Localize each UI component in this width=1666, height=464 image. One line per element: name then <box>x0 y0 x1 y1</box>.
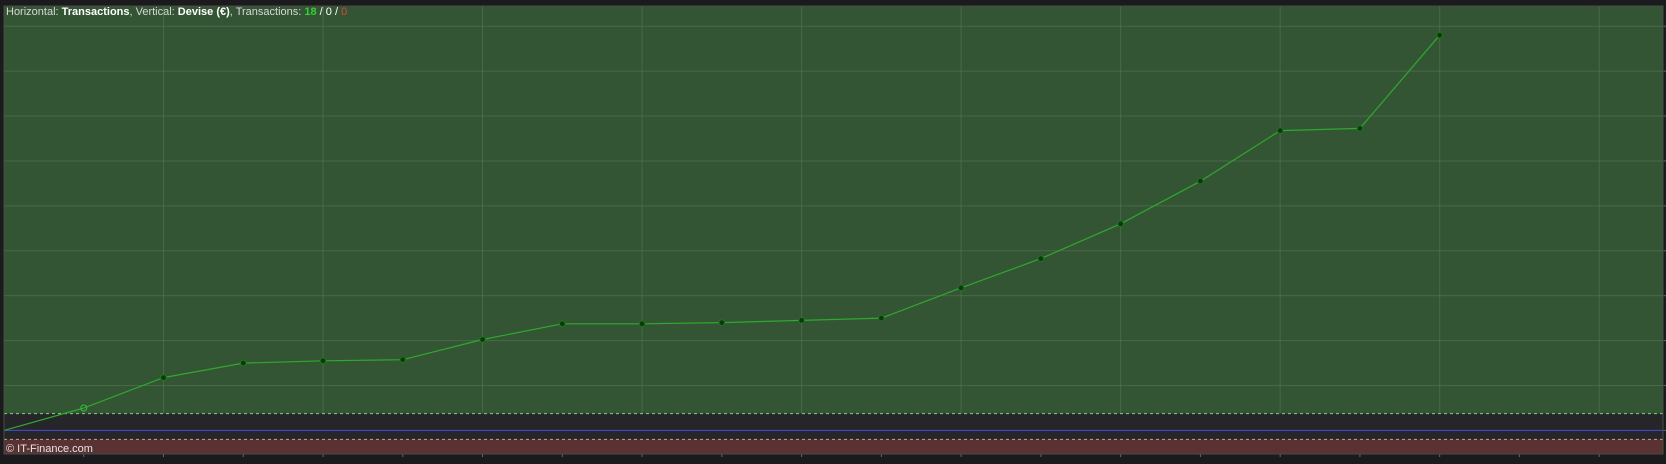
transactions-losing-count: 0 <box>341 6 348 18</box>
profit-zone <box>4 6 1663 414</box>
loss-zone <box>4 439 1663 454</box>
data-point <box>240 359 247 367</box>
transactions-winning-count: 18 <box>304 6 317 18</box>
vertical-value: Devise (€) <box>177 6 230 18</box>
data-point <box>160 374 167 381</box>
data-point <box>1276 127 1284 134</box>
data-point <box>559 320 566 327</box>
data-point <box>319 357 327 365</box>
transactions-separator: / <box>331 6 342 18</box>
data-point <box>1037 255 1045 262</box>
data-point <box>798 317 805 324</box>
vertical-label: , Vertical: <box>129 6 178 18</box>
chart-plot <box>0 0 1666 459</box>
copyright-footer: © IT-Finance.com <box>6 443 93 455</box>
data-point <box>1197 177 1204 185</box>
transactions-label: , Transactions: <box>229 6 305 18</box>
neutral-zone <box>4 413 1663 440</box>
transactions-separator: / <box>316 6 326 18</box>
data-point <box>957 284 965 292</box>
data-point <box>638 320 646 327</box>
data-point <box>1356 125 1364 132</box>
data-point <box>718 319 726 326</box>
horizontal-value: Transactions <box>61 6 130 18</box>
chart <box>0 0 1666 459</box>
data-point <box>1436 31 1443 39</box>
data-point <box>479 336 486 343</box>
data-point <box>399 356 406 363</box>
chart-header: Horizontal: Transactions, Vertical: Devi… <box>6 6 347 18</box>
data-point <box>1117 220 1124 228</box>
data-point <box>878 314 885 322</box>
horizontal-label: Horizontal: <box>6 6 62 18</box>
